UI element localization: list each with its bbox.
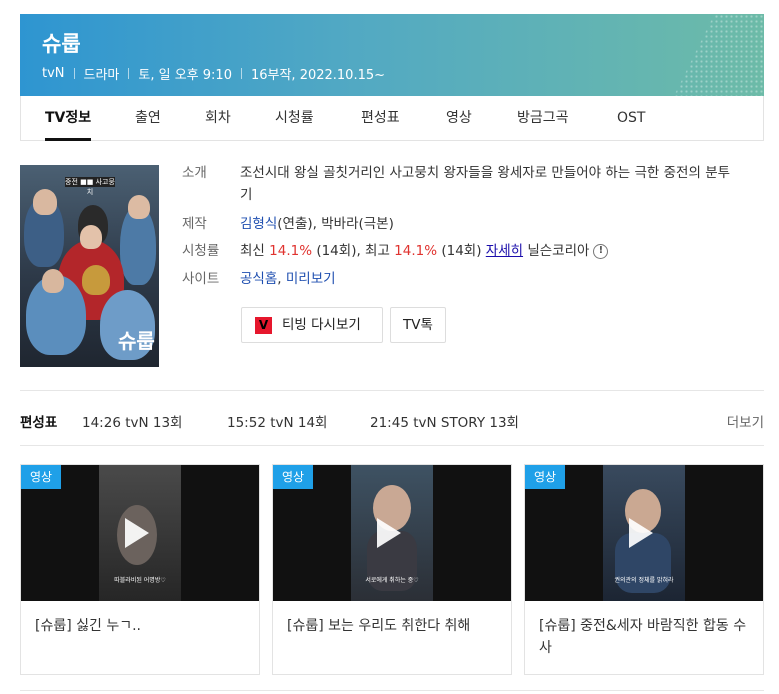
poster-logo: 슈룹 xyxy=(118,329,155,353)
meta-airtime: 토, 일 오후 9:10 xyxy=(138,68,232,83)
writer-role: (극본) xyxy=(358,216,394,232)
video-card[interactable]: 권의관의 정체를 밝혀라 영상 [슈룹] 중전&세자 바람직한 합동 수사 xyxy=(524,464,764,675)
video-caption: 따블라비된 어명방♡ xyxy=(114,577,166,584)
tab-just-song[interactable]: 방금그곡 xyxy=(517,96,569,140)
video-card[interactable]: 따블라비된 어명방♡ 영상 [슈룹] 싫긴 누ㄱ.. xyxy=(20,464,260,675)
tab-ratings[interactable]: 시청률 xyxy=(275,96,314,140)
rating-latest-prefix: 최신 xyxy=(240,243,270,259)
schedule-label: 편성표 xyxy=(20,415,58,431)
header-pattern xyxy=(674,14,764,96)
rating-best-ep: (14회) xyxy=(437,243,486,259)
meta-genre: 드라마 xyxy=(83,68,120,83)
video-thumbnail[interactable]: 권의관의 정체를 밝혀라 영상 xyxy=(525,465,763,601)
meta-separator xyxy=(128,68,130,79)
play-icon[interactable] xyxy=(377,518,401,548)
meta-separator xyxy=(240,68,242,79)
video-badge: 영상 xyxy=(21,465,61,489)
tv-talk-button[interactable]: TV톡 xyxy=(390,307,446,343)
video-caption: 권의관의 정체를 밝혀라 xyxy=(614,577,674,584)
tab-tv-info[interactable]: TV정보 xyxy=(45,96,92,141)
director-role: (연출), xyxy=(277,216,322,232)
production-label: 제작 xyxy=(182,216,207,232)
program-title[interactable]: 슈룹 xyxy=(42,28,81,58)
tab-ost[interactable]: OST xyxy=(617,96,645,140)
video-title[interactable]: [슈룹] 보는 우리도 취한다 취해 xyxy=(287,615,501,637)
program-meta: tvN 드라마 토, 일 오후 9:10 16부작, 2022.10.15~ xyxy=(42,64,385,83)
video-thumbnail[interactable]: 따블라비된 어명방♡ 영상 xyxy=(21,465,259,601)
tab-episodes[interactable]: 회차 xyxy=(205,96,231,140)
play-icon[interactable] xyxy=(629,518,653,548)
tving-replay-label: 티빙 다시보기 xyxy=(282,317,361,333)
tving-replay-button[interactable]: V 티빙 다시보기 xyxy=(241,307,383,343)
video-title[interactable]: [슈룹] 싫긴 누ㄱ.. xyxy=(35,615,249,637)
rating-label: 시청률 xyxy=(182,243,220,259)
meta-channel[interactable]: tvN xyxy=(42,66,65,81)
tab-cast[interactable]: 출연 xyxy=(135,96,161,140)
tab-schedule[interactable]: 편성표 xyxy=(361,96,400,140)
tving-icon: V xyxy=(255,317,272,334)
schedule-item[interactable]: 15:52 tvN 14회 xyxy=(227,411,327,431)
schedule-more-link[interactable]: 더보기 xyxy=(727,411,764,431)
video-badge: 영상 xyxy=(525,465,565,489)
schedule-item[interactable]: 14:26 tvN 13회 xyxy=(82,411,182,431)
rating-latest-ep: (14회), 최고 xyxy=(312,243,395,259)
info-icon[interactable]: ! xyxy=(593,243,609,259)
video-thumbnail[interactable]: 서로에게 취하는 중♡ 영상 xyxy=(273,465,511,601)
rating-latest-value: 14.1% xyxy=(269,243,313,259)
meta-separator xyxy=(73,68,75,79)
rating-detail-link[interactable]: 자세히 xyxy=(486,243,523,259)
program-header: 슈룹 tvN 드라마 토, 일 오후 9:10 16부작, 2022.10.15… xyxy=(20,14,764,96)
divider xyxy=(20,690,764,691)
video-badge: 영상 xyxy=(273,465,313,489)
tab-videos[interactable]: 영상 xyxy=(446,96,472,140)
preview-link[interactable]: 미리보기 xyxy=(286,271,336,287)
play-icon[interactable] xyxy=(125,518,149,548)
schedule-strip: 편성표 14:26 tvN 13회 15:52 tvN 14회 21:45 tv… xyxy=(20,411,764,433)
site-label: 사이트 xyxy=(182,271,220,287)
tab-bar: TV정보 출연 회차 시청률 편성표 영상 방금그곡 OST xyxy=(20,96,764,141)
divider xyxy=(20,390,764,391)
rating-best-value: 14.1% xyxy=(394,243,438,259)
official-site-link[interactable]: 공식홈 xyxy=(240,271,277,287)
intro-text: 조선시대 왕실 골칫거리인 사고뭉치 왕자들을 왕세자로 만들어야 하는 극한 … xyxy=(240,165,731,203)
tv-talk-label: TV톡 xyxy=(403,317,433,333)
program-poster[interactable]: 중전 ■■ 사고뭉치 슈룹 xyxy=(20,165,159,367)
writer-name: 박바라 xyxy=(321,216,359,232)
site-separator: , xyxy=(277,271,286,287)
video-caption: 서로에게 취하는 중♡ xyxy=(365,577,419,584)
schedule-item[interactable]: 21:45 tvN STORY 13회 xyxy=(370,411,519,431)
video-card[interactable]: 서로에게 취하는 중♡ 영상 [슈룹] 보는 우리도 취한다 취해 xyxy=(272,464,512,675)
poster-top-text: 중전 ■■ 사고뭉치 xyxy=(65,177,115,196)
divider xyxy=(20,445,764,446)
meta-episodes: 16부작, 2022.10.15~ xyxy=(250,68,386,83)
rating-source: 닐슨코리아 xyxy=(523,243,590,259)
video-title[interactable]: [슈룹] 중전&세자 바람직한 합동 수사 xyxy=(539,615,753,659)
director-link[interactable]: 김형식 xyxy=(240,216,277,232)
intro-label: 소개 xyxy=(182,165,207,181)
